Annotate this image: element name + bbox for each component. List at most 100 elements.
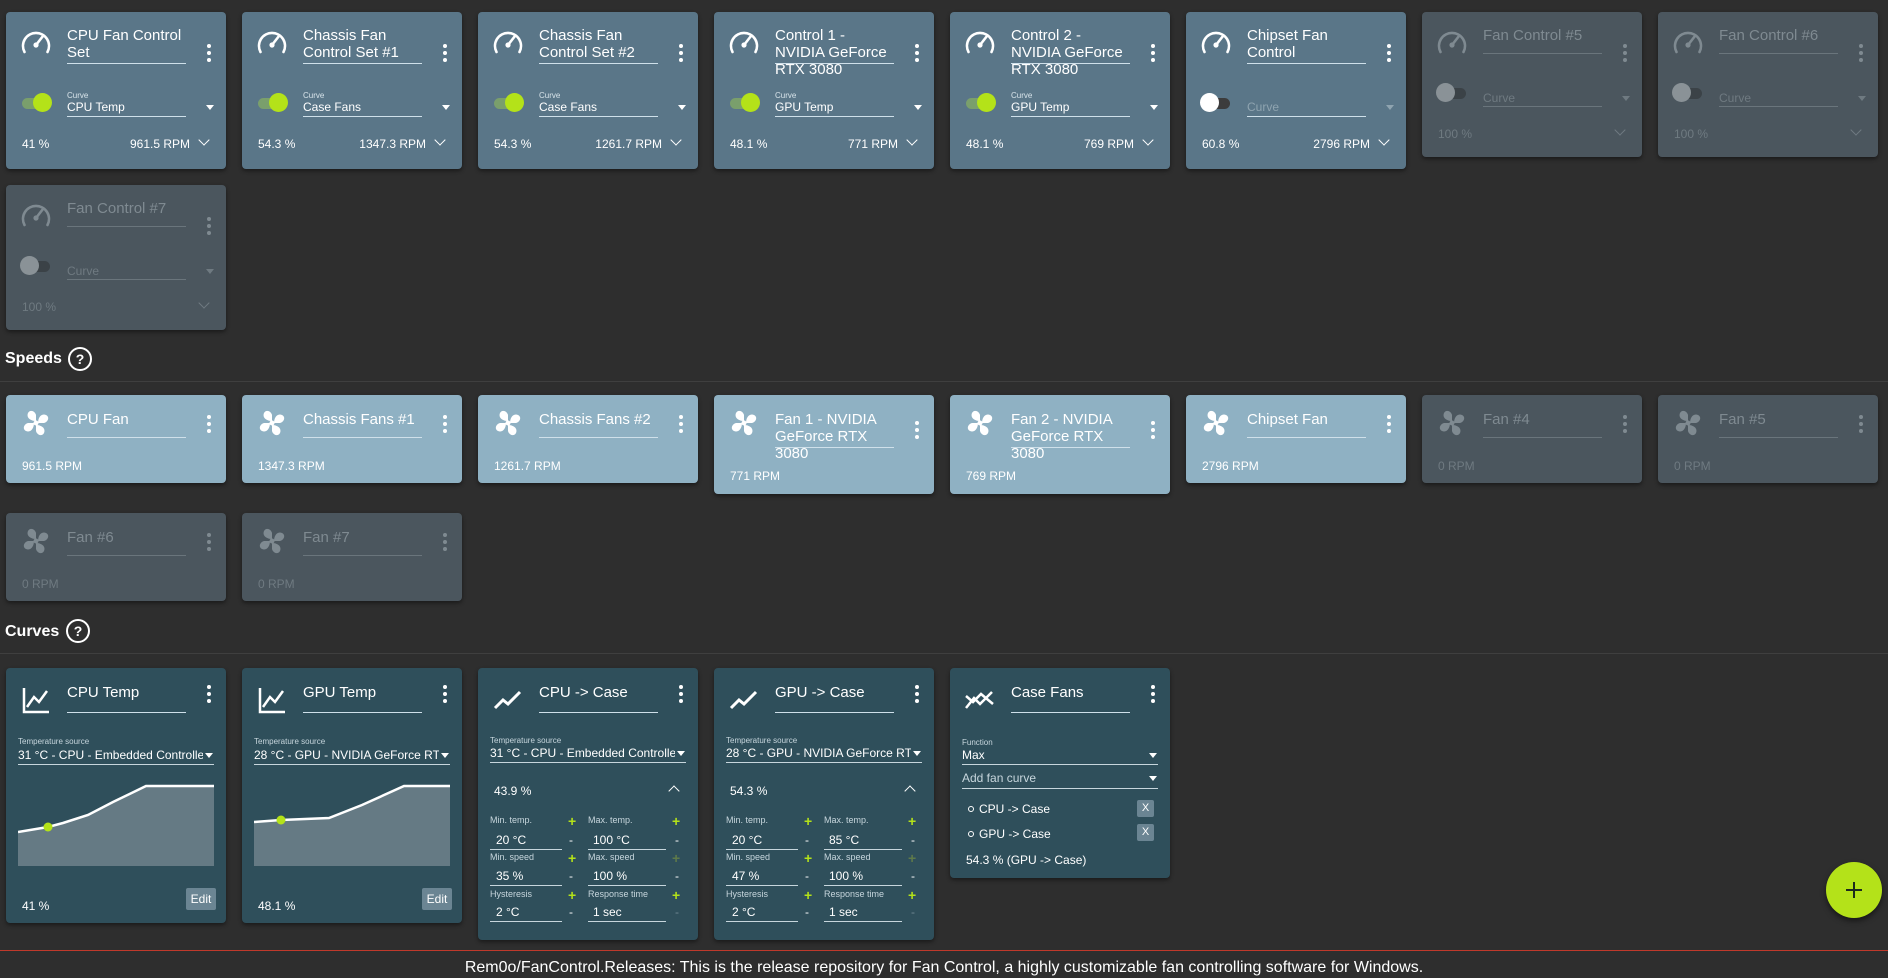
speeds-help-icon[interactable]: ? — [68, 347, 92, 371]
chevron-down-icon[interactable] — [205, 753, 213, 758]
temperature-source-select[interactable]: 31 °C - CPU - Embedded Controller — [490, 746, 675, 760]
enable-toggle[interactable] — [964, 93, 996, 113]
control-title[interactable]: Chassis Fan Control Set #2 — [539, 27, 658, 61]
expand-chevron-icon[interactable] — [198, 134, 210, 146]
max-speed-plus-button[interactable]: + — [908, 851, 916, 865]
more-options-icon[interactable] — [1386, 415, 1392, 435]
speed-title[interactable]: Chassis Fans #2 — [539, 411, 658, 428]
chevron-up-icon[interactable] — [904, 785, 916, 797]
max-speed-minus-button[interactable]: - — [675, 869, 679, 883]
curve-title[interactable]: CPU Temp — [67, 684, 186, 701]
min-speed-plus-button[interactable]: + — [568, 851, 576, 865]
enable-toggle[interactable] — [20, 256, 52, 276]
control-title[interactable]: Fan Control #7 — [67, 200, 186, 217]
curves-help-icon[interactable]: ? — [66, 619, 90, 643]
response-time-input[interactable]: 1 sec — [593, 905, 622, 919]
chevron-down-icon[interactable] — [206, 269, 214, 274]
speed-title[interactable]: Fan #7 — [303, 529, 422, 546]
more-options-icon[interactable] — [1150, 685, 1156, 705]
curve-title[interactable]: GPU -> Case — [775, 684, 894, 701]
chevron-up-icon[interactable] — [668, 785, 680, 797]
edit-button[interactable]: Edit — [186, 888, 216, 910]
control-title[interactable]: Chassis Fan Control Set #1 — [303, 27, 422, 61]
more-options-icon[interactable] — [442, 415, 448, 435]
more-options-icon[interactable] — [206, 533, 212, 553]
curve-select[interactable]: Curve — [1483, 91, 1515, 105]
more-options-icon[interactable] — [1150, 421, 1156, 441]
min-temp-input[interactable]: 20 °C — [496, 833, 526, 847]
max-speed-input[interactable]: 100 % — [593, 869, 627, 883]
min-speed-plus-button[interactable]: + — [804, 851, 812, 865]
hysteresis-input[interactable]: 2 °C — [496, 905, 519, 919]
expand-chevron-icon[interactable] — [1378, 134, 1390, 146]
chevron-down-icon[interactable] — [1858, 96, 1866, 101]
max-temp-minus-button[interactable]: - — [911, 833, 915, 847]
min-speed-input[interactable]: 35 % — [496, 869, 523, 883]
more-options-icon[interactable] — [914, 421, 920, 441]
control-title[interactable]: Fan Control #6 — [1719, 27, 1838, 44]
response-time-plus-button[interactable]: + — [672, 888, 680, 902]
edit-button[interactable]: Edit — [422, 888, 452, 910]
expand-chevron-icon[interactable] — [198, 297, 210, 309]
enable-toggle[interactable] — [492, 93, 524, 113]
min-temp-plus-button[interactable]: + — [804, 814, 812, 828]
max-speed-minus-button[interactable]: - — [911, 869, 915, 883]
more-options-icon[interactable] — [1622, 44, 1628, 64]
curve-select[interactable]: GPU Temp — [1011, 100, 1069, 114]
min-temp-minus-button[interactable]: - — [569, 833, 573, 847]
max-temp-plus-button[interactable]: + — [908, 814, 916, 828]
more-options-icon[interactable] — [206, 685, 212, 705]
curve-select[interactable]: Case Fans — [303, 100, 361, 114]
enable-toggle[interactable] — [256, 93, 288, 113]
chevron-down-icon[interactable] — [441, 753, 449, 758]
speed-title[interactable]: Fan 1 - NVIDIA GeForce RTX 3080 — [775, 411, 894, 462]
min-speed-minus-button[interactable]: - — [569, 869, 573, 883]
hysteresis-minus-button[interactable]: - — [569, 905, 573, 919]
curve-select[interactable]: Curve — [1247, 100, 1279, 114]
curve-title[interactable]: GPU Temp — [303, 684, 422, 701]
min-speed-minus-button[interactable]: - — [805, 869, 809, 883]
footer-banner[interactable]: Rem0o/FanControl.Releases: This is the r… — [0, 950, 1888, 978]
expand-chevron-icon[interactable] — [1142, 134, 1154, 146]
control-title[interactable]: Fan Control #5 — [1483, 27, 1602, 44]
remove-item-button[interactable]: X — [1137, 824, 1154, 841]
speed-title[interactable]: Fan 2 - NVIDIA GeForce RTX 3080 — [1011, 411, 1130, 462]
more-options-icon[interactable] — [1386, 44, 1392, 64]
function-select[interactable]: Max — [962, 748, 1147, 762]
remove-item-button[interactable]: X — [1137, 800, 1154, 817]
expand-chevron-icon[interactable] — [906, 134, 918, 146]
control-title[interactable]: Chipset Fan Control — [1247, 27, 1366, 61]
expand-chevron-icon[interactable] — [1614, 124, 1626, 136]
curve-graph[interactable] — [254, 780, 450, 866]
curve-graph[interactable] — [18, 780, 214, 866]
min-temp-plus-button[interactable]: + — [568, 814, 576, 828]
speed-title[interactable]: Chassis Fans #1 — [303, 411, 422, 428]
min-speed-input[interactable]: 47 % — [732, 869, 759, 883]
more-options-icon[interactable] — [206, 415, 212, 435]
chevron-down-icon[interactable] — [677, 751, 685, 756]
max-temp-input[interactable]: 85 °C — [829, 833, 859, 847]
max-speed-plus-button[interactable]: + — [672, 851, 680, 865]
speed-title[interactable]: Fan #6 — [67, 529, 186, 546]
more-options-icon[interactable] — [1858, 415, 1864, 435]
chevron-down-icon[interactable] — [1386, 105, 1394, 110]
max-temp-plus-button[interactable]: + — [672, 814, 680, 828]
curve-select[interactable]: CPU Temp — [67, 100, 125, 114]
chevron-down-icon[interactable] — [206, 105, 214, 110]
enable-toggle[interactable] — [20, 93, 52, 113]
curve-select[interactable]: Curve — [1719, 91, 1751, 105]
more-options-icon[interactable] — [1150, 44, 1156, 64]
enable-toggle[interactable] — [1436, 83, 1468, 103]
speed-title[interactable]: Fan #4 — [1483, 411, 1602, 428]
chevron-down-icon[interactable] — [442, 105, 450, 110]
temperature-source-select[interactable]: 28 °C - GPU - NVIDIA GeForce RTX 3080 — [726, 746, 911, 760]
more-options-icon[interactable] — [1858, 44, 1864, 64]
curve-select[interactable]: Case Fans — [539, 100, 597, 114]
more-options-icon[interactable] — [678, 415, 684, 435]
speed-title[interactable]: Fan #5 — [1719, 411, 1838, 428]
more-options-icon[interactable] — [914, 685, 920, 705]
curve-title[interactable]: Case Fans — [1011, 684, 1130, 701]
min-temp-minus-button[interactable]: - — [805, 833, 809, 847]
hysteresis-plus-button[interactable]: + — [804, 888, 812, 902]
curve-select[interactable]: GPU Temp — [775, 100, 833, 114]
